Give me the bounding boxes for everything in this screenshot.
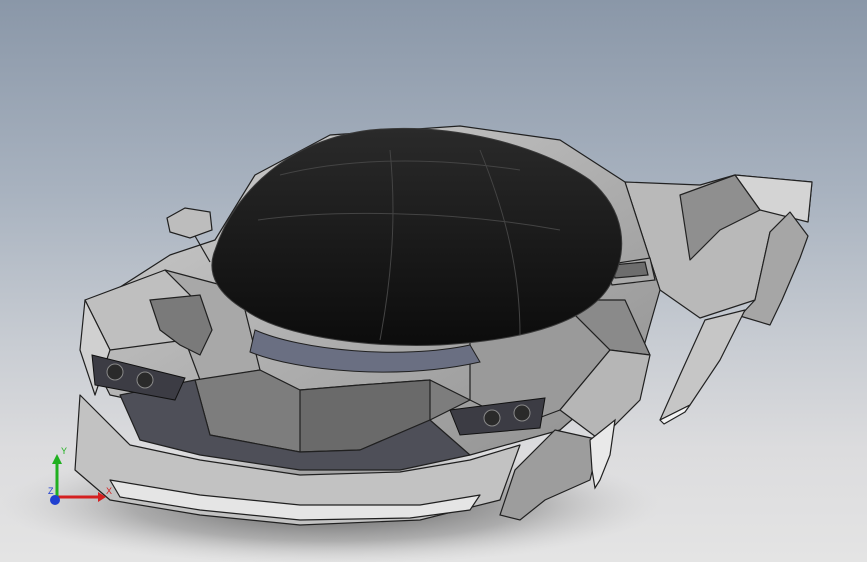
z-axis-label: Z <box>48 486 54 496</box>
y-axis-label: Y <box>61 446 67 456</box>
graphics-viewport[interactable]: X Y Z <box>0 0 867 562</box>
x-axis-label: X <box>106 486 112 496</box>
z-axis-dot <box>50 495 60 505</box>
x-axis-arrow <box>98 492 106 502</box>
car-body-model[interactable] <box>0 0 867 562</box>
coordinate-triad: X Y Z <box>48 446 112 505</box>
